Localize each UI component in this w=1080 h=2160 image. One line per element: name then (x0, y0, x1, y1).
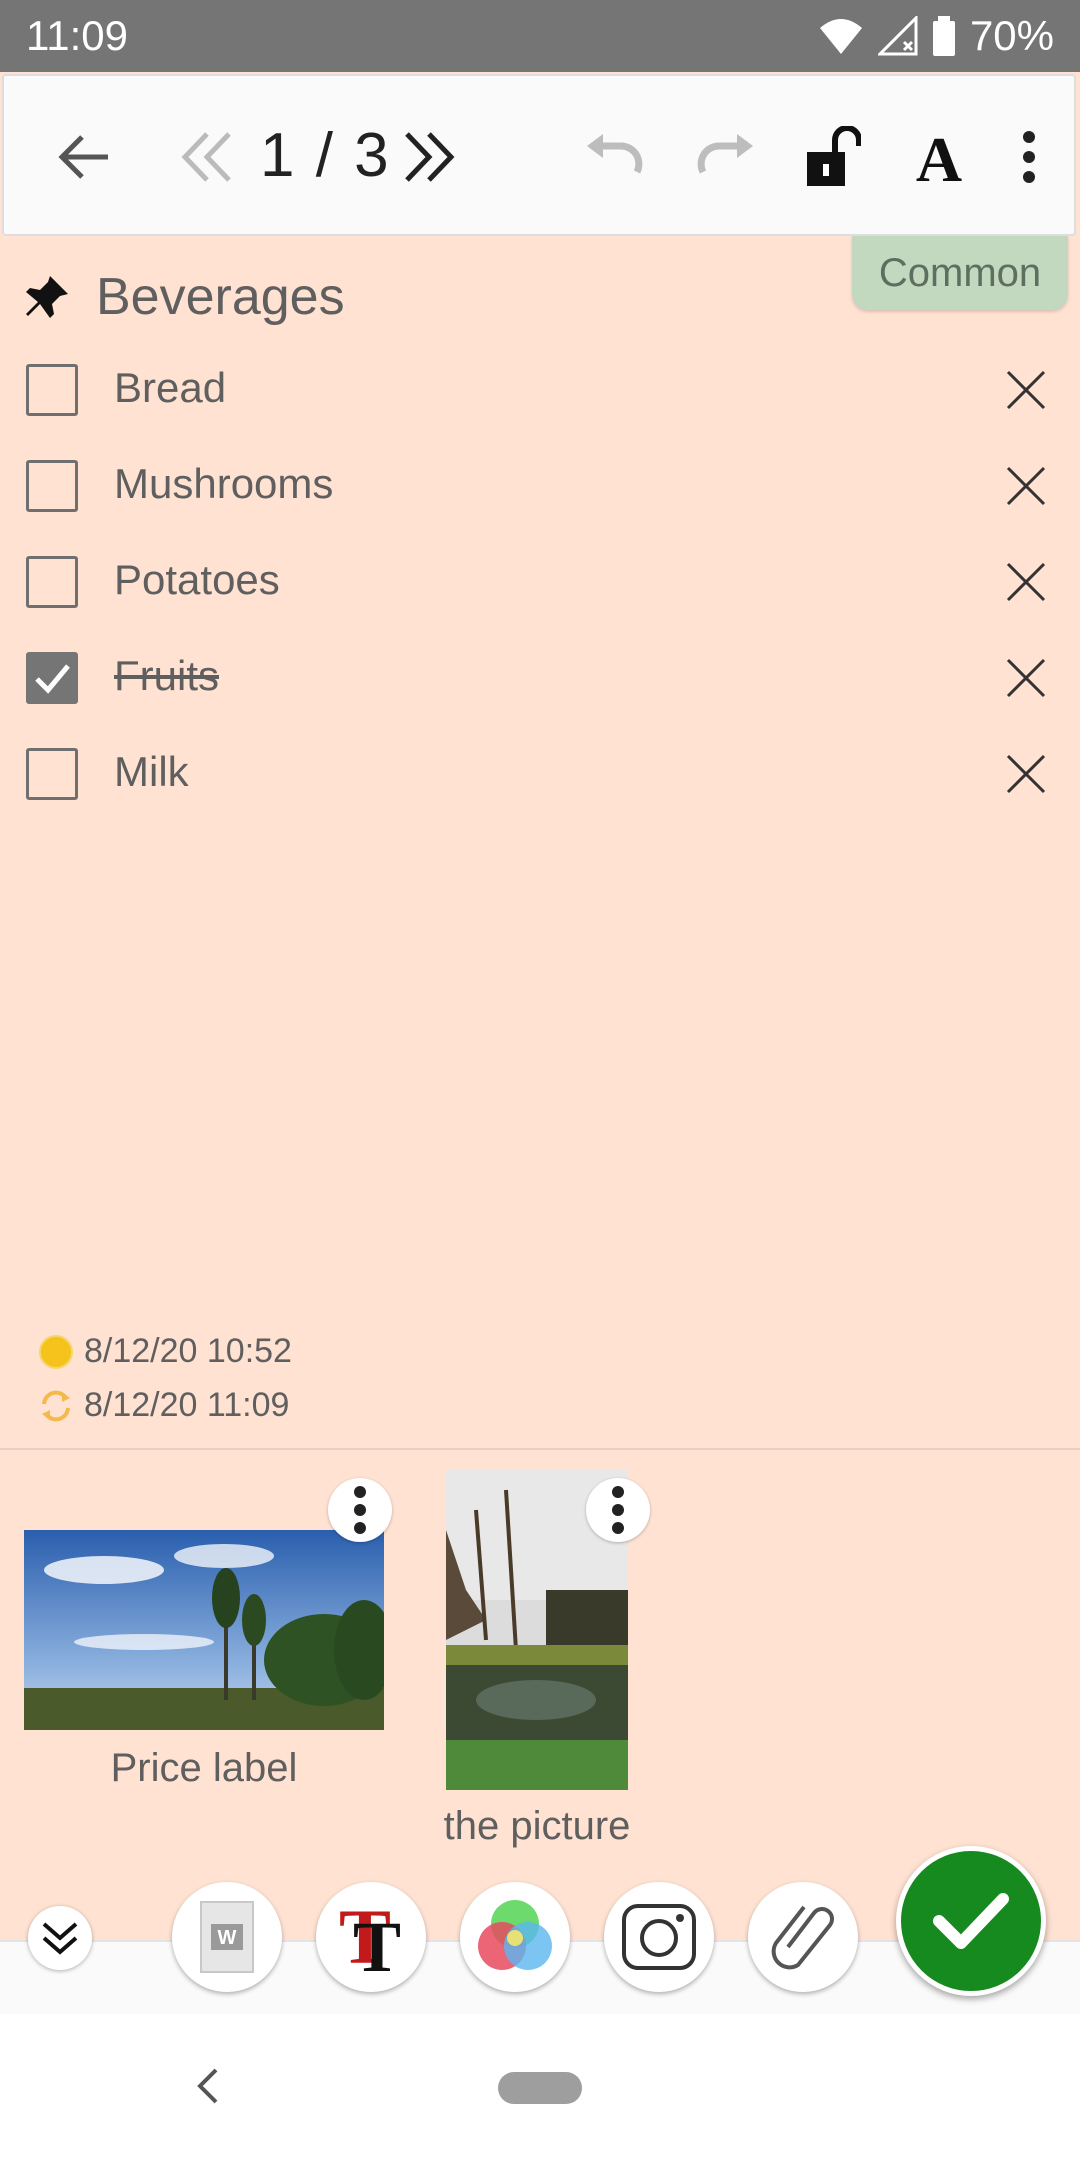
save-check-icon (933, 1893, 1009, 1949)
remove-item-icon[interactable] (1002, 558, 1050, 606)
save-button[interactable] (896, 1846, 1046, 1996)
battery-level: 70% (969, 12, 1054, 59)
remove-item-icon[interactable] (1002, 654, 1050, 702)
paperclip-icon (771, 1905, 834, 1970)
checklist-item-label[interactable]: Potatoes (114, 556, 280, 604)
signal-icon (877, 16, 918, 56)
checklist-item-label[interactable]: Bread (114, 364, 226, 412)
attachment-image-landscape[interactable] (24, 1530, 384, 1730)
undo-icon[interactable] (582, 124, 648, 190)
checklist-item[interactable]: Mushrooms (0, 440, 1080, 536)
checkmark-icon (35, 664, 70, 694)
attachments-divider (0, 1448, 1080, 1450)
color-palette-button[interactable] (460, 1882, 570, 1992)
modified-date: 8/12/20 11:09 (38, 1386, 289, 1425)
word-doc-icon: W (200, 1901, 254, 1973)
text-style-button[interactable]: TT (316, 1882, 426, 1992)
more-vert-icon (612, 1486, 624, 1534)
note-toolbar: 1 / 3 A (2, 74, 1076, 236)
attach-file-button[interactable] (748, 1882, 858, 1992)
status-time: 11:09 (26, 12, 128, 59)
page-counter: 1 / 3 (260, 121, 391, 190)
checklist-item[interactable]: Potatoes (0, 536, 1080, 632)
checklist-item-label[interactable]: Fruits (114, 652, 219, 700)
more-vert-icon (354, 1486, 366, 1534)
nav-back-icon[interactable] (196, 2066, 220, 2106)
system-nav-bar (0, 2014, 1080, 2160)
camera-icon (622, 1904, 696, 1970)
sun-icon (39, 1334, 73, 1369)
sync-icon (42, 1390, 70, 1421)
svg-text:A: A (916, 127, 962, 187)
attachment-more-button[interactable] (328, 1478, 392, 1542)
word-doc-button[interactable]: W (172, 1882, 282, 1992)
checklist-item-label[interactable]: Milk (114, 748, 189, 796)
next-page-icon[interactable] (398, 124, 460, 190)
checkbox[interactable] (26, 364, 78, 416)
remove-item-icon[interactable] (1002, 750, 1050, 798)
redo-icon[interactable] (692, 124, 758, 190)
wifi-icon (819, 19, 862, 54)
category-badge[interactable]: Common (852, 236, 1068, 310)
remove-item-icon[interactable] (1002, 462, 1050, 510)
checkbox-checked[interactable] (26, 652, 78, 704)
nav-home-pill[interactable] (498, 2072, 582, 2104)
svg-text:T: T (353, 1907, 401, 1977)
attachment-more-button[interactable] (586, 1478, 650, 1542)
unlock-icon[interactable] (800, 120, 866, 194)
more-vert-icon[interactable] (1004, 120, 1054, 194)
note-title[interactable]: Beverages (96, 267, 345, 327)
status-icons: 70% (818, 12, 1054, 60)
checkbox[interactable] (26, 556, 78, 608)
camera-button[interactable] (604, 1882, 714, 1992)
font-icon[interactable]: A (904, 120, 974, 194)
checklist-item-label[interactable]: Mushrooms (114, 460, 333, 508)
created-date-text: 8/12/20 10:52 (84, 1332, 292, 1370)
svg-text:W: W (218, 1927, 237, 1949)
attachment-caption[interactable]: Price label (24, 1746, 384, 1791)
collapse-button[interactable] (28, 1906, 92, 1970)
prev-page-icon[interactable] (176, 124, 238, 190)
checkbox[interactable] (26, 460, 78, 512)
color-palette-icon (478, 1900, 552, 1970)
remove-item-icon[interactable] (1002, 366, 1050, 414)
checklist-item[interactable]: Bread (0, 344, 1080, 440)
battery-icon (932, 16, 955, 56)
checkbox[interactable] (26, 748, 78, 800)
collapse-icon (42, 1922, 78, 1955)
note-title-row: Beverages (24, 262, 345, 332)
text-style-icon: TT (339, 1897, 401, 1977)
status-bar: 11:09 70% (0, 0, 1080, 72)
attachment-caption[interactable]: the picture (400, 1804, 674, 1849)
back-arrow-icon[interactable] (44, 122, 124, 192)
pin-icon[interactable] (24, 274, 70, 320)
created-date: 8/12/20 10:52 (38, 1332, 292, 1371)
modified-date-text: 8/12/20 11:09 (84, 1386, 290, 1424)
checklist-item[interactable]: Fruits (0, 632, 1080, 728)
checklist-item[interactable]: Milk (0, 728, 1080, 824)
